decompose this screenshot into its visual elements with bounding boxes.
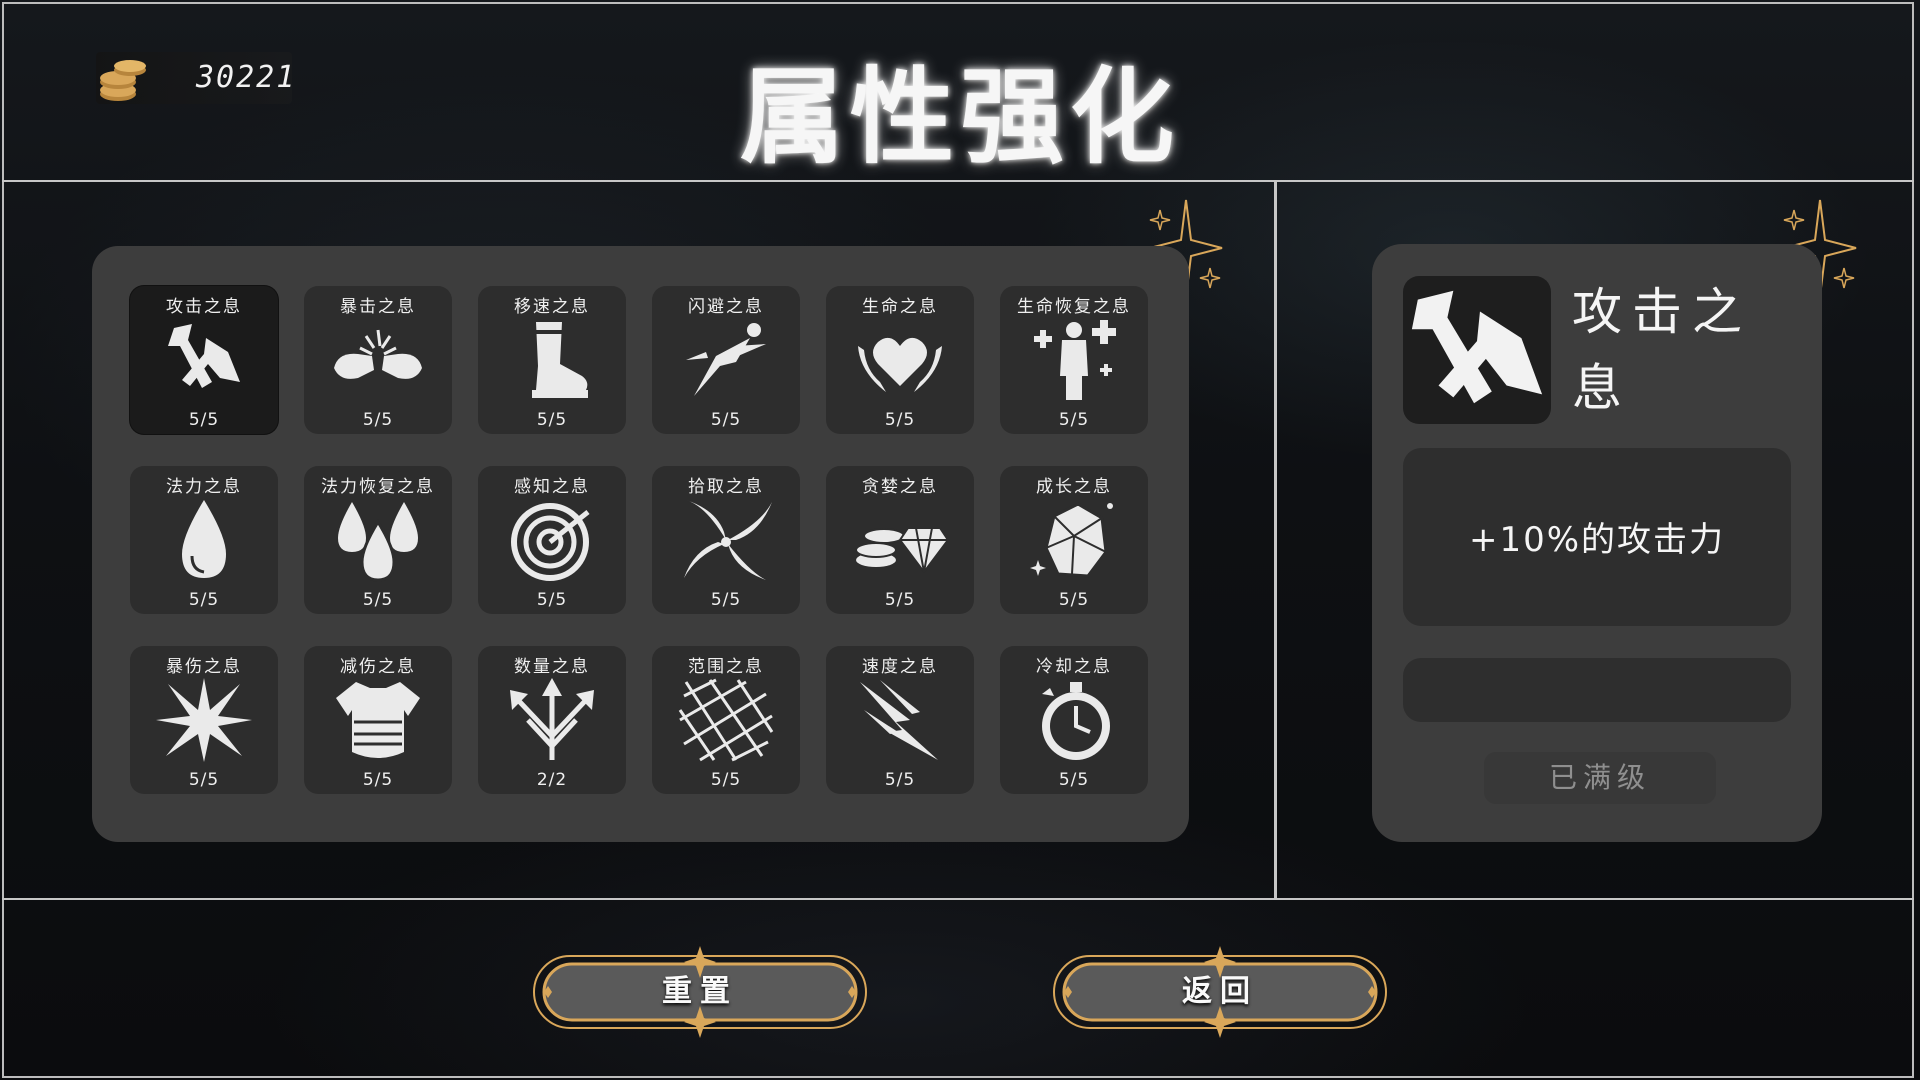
skill-level: 5/5 [188,770,220,790]
mana-drop-icon [182,500,226,578]
net-icon [678,678,774,762]
skill-tile-greed[interactable]: 贪婪之息 5/5 [826,466,974,614]
skill-name: 生命恢复之息 [1017,297,1131,317]
skill-name: 成长之息 [1036,477,1112,497]
skill-name: 法力之息 [166,477,242,497]
mana-drops-icon [338,502,418,582]
skill-name: 数量之息 [514,657,590,677]
skill-level: 5/5 [710,590,742,610]
skill-level: 5/5 [710,410,742,430]
skill-level: 5/5 [362,410,394,430]
upgrade-button[interactable]: 已满级 [1484,752,1716,804]
reset-button[interactable]: 重置 [530,946,870,1038]
skill-name: 冷却之息 [1036,657,1112,677]
skill-level: 5/5 [710,770,742,790]
skill-tile-mana[interactable]: 法力之息 5/5 [130,466,278,614]
back-button[interactable]: 返回 [1050,946,1390,1038]
skill-name: 感知之息 [514,477,590,497]
skill-tile-crit-damage[interactable]: 暴伤之息 5/5 [130,646,278,794]
skill-level: 5/5 [1058,770,1090,790]
burst-icon [156,678,252,762]
skill-tile-damage-reduction[interactable]: 减伤之息 5/5 [304,646,452,794]
skill-tile-pickup[interactable]: 拾取之息 5/5 [652,466,800,614]
skill-name: 攻击之息 [166,297,242,317]
detail-description: +10%的攻击力 [1468,520,1726,560]
skill-tile-life-regen[interactable]: 生命恢复之息 5/5 [1000,286,1148,434]
reset-button-label: 重置 [662,974,738,1009]
armor-icon [336,682,420,758]
detail-cost-box [1403,658,1791,722]
skill-grid-panel: 攻击之息 5/5 暴击之息 5/5 移速之息 5/5 闪避之息 5/5 生命之息… [92,246,1189,842]
skill-tile-crit[interactable]: 暴击之息 5/5 [304,286,452,434]
page-title: 属性强化 [739,56,1180,178]
skill-level: 5/5 [1058,590,1090,610]
skill-tile-quantity[interactable]: 数量之息 2/2 [478,646,626,794]
skill-level: 5/5 [536,410,568,430]
skill-level: 5/5 [1058,410,1090,430]
skill-level: 5/5 [362,770,394,790]
skill-level: 5/5 [188,410,220,430]
axe-icon [1411,290,1543,404]
radar-icon [511,503,590,581]
panel-divider [1274,182,1277,898]
boot-icon [532,322,588,398]
skill-tile-cooldown[interactable]: 冷却之息 5/5 [1000,646,1148,794]
skill-tile-mana-regen[interactable]: 法力恢复之息 5/5 [304,466,452,614]
detail-description-box: +10%的攻击力 [1403,448,1791,626]
vortex-icon [684,500,772,580]
dodge-runner-icon [686,323,766,396]
detail-skill-name: 攻击之息 [1572,283,1752,417]
skill-level: 5/5 [884,770,916,790]
skill-name: 法力恢复之息 [321,477,435,497]
skill-tile-range[interactable]: 范围之息 5/5 [652,646,800,794]
stopwatch-icon [1042,682,1110,760]
skill-name: 贪婪之息 [862,477,938,497]
skill-name: 减伤之息 [340,657,416,677]
footer-divider [2,898,1914,900]
back-button-label: 返回 [1182,974,1258,1009]
skill-level: 5/5 [536,590,568,610]
skill-name: 暴伤之息 [166,657,242,677]
skill-name: 闪避之息 [688,297,764,317]
fist-clash-icon [334,329,422,379]
skill-name: 暴击之息 [340,297,416,317]
skill-name: 生命之息 [862,297,938,317]
speed-streak-icon [860,680,938,760]
skill-tile-perception[interactable]: 感知之息 5/5 [478,466,626,614]
crystal-rock-icon [1030,502,1113,578]
skill-tile-attack[interactable]: 攻击之息 5/5 [130,286,278,434]
skill-name: 速度之息 [862,657,938,677]
skill-tile-dodge[interactable]: 闪避之息 5/5 [652,286,800,434]
skill-tile-move-speed[interactable]: 移速之息 5/5 [478,286,626,434]
skill-tile-speed[interactable]: 速度之息 5/5 [826,646,974,794]
detail-icon-box [1403,276,1551,424]
healing-person-icon [1034,320,1116,400]
coins-gem-icon [855,527,950,574]
heart-icon [858,337,942,392]
skill-level: 5/5 [362,590,394,610]
skill-level: 5/5 [884,410,916,430]
skill-level: 5/5 [884,590,916,610]
skill-name: 范围之息 [688,657,764,677]
skill-tile-life[interactable]: 生命之息 5/5 [826,286,974,434]
split-arrows-icon [510,678,594,760]
skill-level: 2/2 [536,770,568,790]
skill-detail-panel: 攻击之息 +10%的攻击力 已满级 [1372,244,1822,842]
axe-icon [168,324,240,388]
skill-tile-growth[interactable]: 成长之息 5/5 [1000,466,1148,614]
skill-level: 5/5 [188,590,220,610]
skill-name: 移速之息 [514,297,590,317]
skill-name: 拾取之息 [688,477,764,497]
